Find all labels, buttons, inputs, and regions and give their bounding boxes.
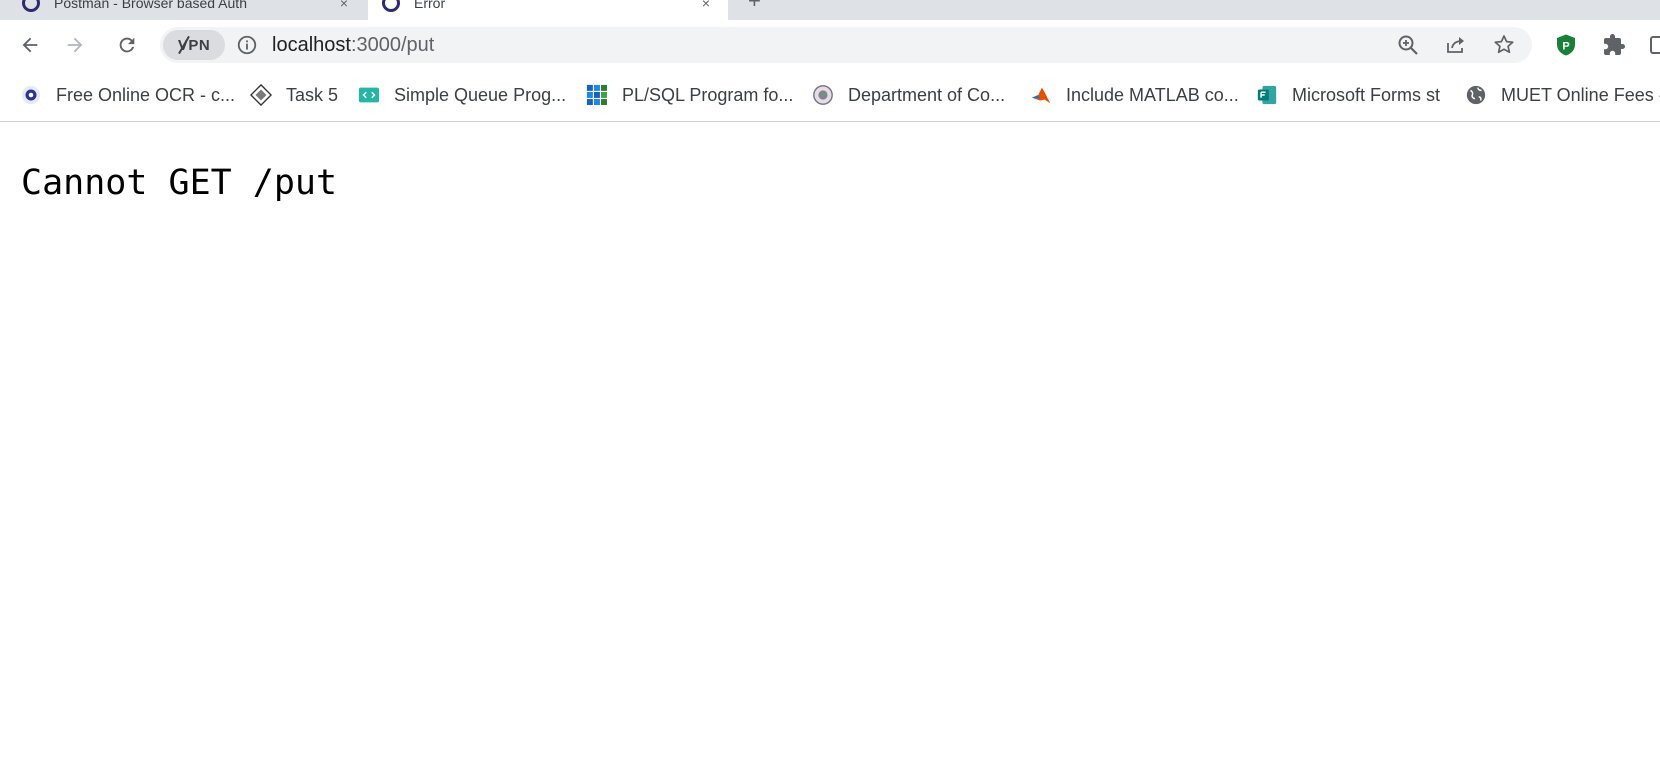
error-favicon-icon <box>382 0 400 12</box>
reload-button[interactable] <box>111 29 143 61</box>
bookmark-label: PL/SQL Program fo... <box>622 84 794 105</box>
new-tab-button[interactable]: + <box>748 0 761 14</box>
microsoft-forms-icon <box>1256 84 1278 106</box>
ocr-site-icon <box>20 84 42 106</box>
bookmarks-bar: Free Online OCR - c... Task 5 Simple Que… <box>0 70 1660 122</box>
reload-icon <box>119 37 135 53</box>
vpn-badge[interactable]: VPN <box>163 30 225 60</box>
page-content: Cannot GET /put <box>0 123 1660 762</box>
tab-close-icon[interactable]: × <box>336 0 352 11</box>
share-icon[interactable] <box>1444 33 1468 57</box>
tab-title: Error <box>414 0 446 11</box>
bookmark-simple-queue[interactable]: Simple Queue Prog... <box>358 70 566 120</box>
bookmark-muet-online-fees[interactable]: MUET Online Fees -... <box>1465 70 1660 120</box>
code-site-icon <box>358 84 380 106</box>
extensions-puzzle-icon[interactable] <box>1602 33 1626 57</box>
browser-toolbar: VPN localhost:3000/put P <box>0 20 1660 70</box>
back-button[interactable] <box>14 29 46 61</box>
matlab-icon <box>1030 84 1052 106</box>
bookmark-label: MUET Online Fees -... <box>1501 84 1660 105</box>
bookmark-include-matlab[interactable]: Include MATLAB co... <box>1030 70 1239 120</box>
tab-title: Postman - Browser based Auth <box>54 0 247 11</box>
postman-favicon-icon <box>22 0 40 12</box>
grid-site-icon <box>586 84 608 106</box>
bookmark-label: Microsoft Forms st <box>1292 84 1441 105</box>
url-text[interactable]: localhost:3000/put <box>272 35 434 55</box>
forward-arrow-icon <box>67 37 83 53</box>
department-seal-icon <box>812 84 834 106</box>
globe-icon <box>1465 84 1487 106</box>
bookmark-label: Include MATLAB co... <box>1066 84 1239 105</box>
tab-postman[interactable]: Postman - Browser based Auth × <box>8 0 366 20</box>
bookmark-microsoft-forms[interactable]: Microsoft Forms st <box>1256 70 1440 120</box>
site-info-icon[interactable] <box>236 34 258 56</box>
url-host: localhost <box>272 34 351 56</box>
side-panel-icon[interactable] <box>1648 33 1660 57</box>
bookmark-plsql-program[interactable]: PL/SQL Program fo... <box>586 70 793 120</box>
bookmark-label: Task 5 <box>286 84 339 105</box>
bookmark-label: Simple Queue Prog... <box>394 84 567 105</box>
back-arrow-icon <box>22 37 38 53</box>
forward-button[interactable] <box>59 29 91 61</box>
tab-strip: Postman - Browser based Auth × Error × + <box>0 0 1660 20</box>
bookmark-star-icon[interactable] <box>1492 33 1516 57</box>
bookmark-label: Department of Co... <box>848 84 1006 105</box>
zoom-icon[interactable] <box>1396 33 1420 57</box>
shield-extension-icon[interactable]: P <box>1554 33 1578 57</box>
error-message: Cannot GET /put <box>21 163 338 203</box>
bookmark-label: Free Online OCR - c... <box>56 84 236 105</box>
bookmark-department[interactable]: Department of Co... <box>812 70 1005 120</box>
address-bar[interactable]: VPN localhost:3000/put <box>160 27 1532 63</box>
url-path: :3000/put <box>350 34 435 56</box>
task-diamond-icon <box>250 84 272 106</box>
bookmark-task-5[interactable]: Task 5 <box>250 70 338 120</box>
tab-error[interactable]: Error × <box>368 0 728 20</box>
tab-close-icon[interactable]: × <box>698 0 714 11</box>
shield-letter: P <box>1562 41 1569 53</box>
bookmark-free-online-ocr[interactable]: Free Online OCR - c... <box>20 70 235 120</box>
